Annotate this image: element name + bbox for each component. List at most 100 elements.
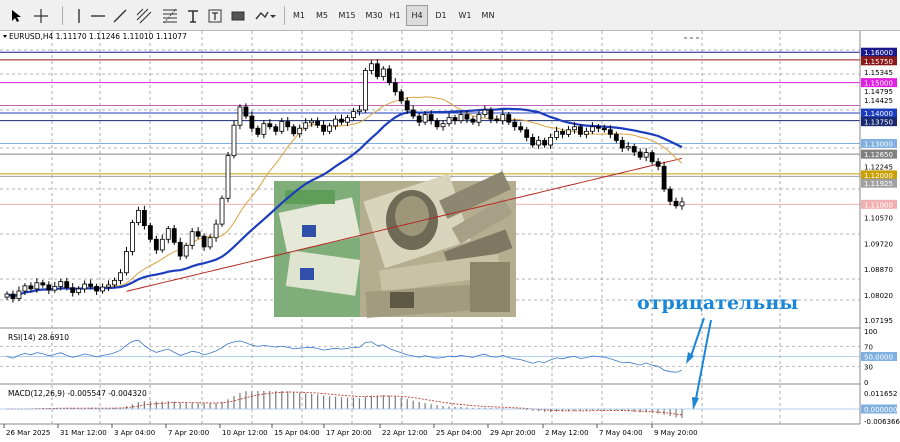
candle-body bbox=[10, 293, 16, 300]
candle-body bbox=[452, 117, 458, 122]
candle-body bbox=[446, 117, 452, 125]
time-label: 17 Apr 20:00 bbox=[326, 429, 372, 437]
macd-tick: -0.006366 bbox=[864, 418, 900, 426]
timeframe-button-8[interactable]: MN bbox=[477, 5, 499, 26]
rsi-level-label: 0 bbox=[864, 379, 868, 387]
trendline-tool-button[interactable] bbox=[110, 5, 130, 26]
candle-body bbox=[398, 91, 404, 102]
candle-body bbox=[667, 188, 673, 202]
timeframe-button-3[interactable]: M30 bbox=[361, 5, 387, 26]
candle-body bbox=[16, 290, 22, 300]
channel-icon bbox=[136, 8, 152, 23]
candle-body bbox=[637, 151, 643, 158]
candle-body bbox=[237, 106, 243, 126]
timeframe-button-5[interactable]: H4 bbox=[406, 5, 428, 26]
candle-body bbox=[500, 114, 506, 122]
candle-body bbox=[542, 140, 548, 146]
price-tick: 1.07195 bbox=[864, 317, 893, 325]
text-label-tool-button[interactable] bbox=[205, 5, 225, 26]
candle-body bbox=[4, 293, 10, 298]
price-label: 1.15000 bbox=[864, 80, 893, 88]
candle-body bbox=[327, 125, 332, 132]
candle-body bbox=[267, 123, 273, 128]
candle-body bbox=[321, 124, 326, 132]
macd-label: MACD(12,26,9) -0.005547 -0.004320 bbox=[8, 389, 147, 398]
candle-body bbox=[273, 126, 279, 132]
candle-body bbox=[94, 286, 99, 292]
candle-body bbox=[153, 238, 159, 251]
candle-body bbox=[333, 118, 338, 127]
time-label: 29 Apr 20:00 bbox=[490, 429, 536, 437]
time-label: 15 Apr 04:00 bbox=[274, 429, 320, 437]
candle-body bbox=[631, 146, 637, 153]
candle-body bbox=[578, 126, 583, 135]
candle-body bbox=[40, 282, 46, 286]
candle-body bbox=[76, 288, 82, 293]
price-label: 1.16000 bbox=[864, 49, 893, 57]
text-tool-button[interactable] bbox=[183, 5, 203, 26]
channel-tool-button[interactable] bbox=[133, 5, 155, 26]
candle-body bbox=[661, 165, 667, 190]
candle-body bbox=[572, 126, 577, 131]
horizontal-line-tool-button[interactable] bbox=[88, 5, 108, 26]
shapes-menu-button[interactable] bbox=[252, 5, 278, 26]
price-label: 1.11000 bbox=[864, 201, 893, 209]
candle-body bbox=[130, 222, 135, 252]
rsi-label: RSI(14) 28.6910 bbox=[8, 333, 69, 342]
candle-body bbox=[315, 120, 321, 126]
price-label: 1.14000 bbox=[864, 110, 893, 118]
timeframe-button-4[interactable]: H1 bbox=[386, 5, 404, 26]
timeframe-button-0[interactable]: M1 bbox=[289, 5, 309, 26]
price-label: 1.15750 bbox=[864, 58, 893, 66]
candle-body bbox=[458, 114, 464, 122]
fibonacci-tool-button[interactable] bbox=[160, 5, 180, 26]
candle-body bbox=[380, 68, 386, 77]
vertical-line-tool-button[interactable] bbox=[70, 5, 88, 26]
timeframe-button-1[interactable]: M5 bbox=[311, 5, 333, 26]
candle-body bbox=[82, 283, 88, 290]
candle-body bbox=[524, 129, 530, 138]
candle-body bbox=[195, 231, 201, 237]
candle-body bbox=[225, 155, 231, 199]
candle-body bbox=[386, 68, 392, 84]
candle-body bbox=[207, 237, 213, 248]
rsi-level-label: 50.0000 bbox=[864, 354, 893, 362]
candle-body bbox=[536, 140, 542, 146]
time-label: 31 Mar 12:00 bbox=[60, 429, 107, 437]
candle-body bbox=[643, 152, 649, 158]
price-label: 1.13750 bbox=[864, 119, 893, 127]
price-tick: 1.10570 bbox=[864, 214, 893, 222]
rectangle-tool-button[interactable] bbox=[228, 5, 248, 26]
candle-body bbox=[410, 109, 416, 117]
text-icon bbox=[188, 9, 198, 23]
horizontal-line-icon bbox=[91, 14, 105, 17]
timeframe-button-2[interactable]: M15 bbox=[334, 5, 360, 26]
timeframe-button-7[interactable]: W1 bbox=[454, 5, 476, 26]
timeframe-button-6[interactable]: D1 bbox=[431, 5, 451, 26]
price-label: 1.12650 bbox=[864, 151, 893, 159]
price-tick: 1.14425 bbox=[864, 97, 893, 105]
rsi-level-label: 30 bbox=[864, 364, 873, 372]
price-tick: 1.12245 bbox=[864, 163, 893, 171]
candle-body bbox=[584, 130, 589, 135]
candle-body bbox=[428, 114, 434, 122]
candle-body bbox=[470, 118, 476, 123]
candle-body bbox=[679, 201, 685, 207]
candle-body bbox=[309, 120, 315, 124]
candle-body bbox=[613, 133, 619, 141]
cursor-tool-button[interactable] bbox=[6, 5, 26, 26]
chart-area[interactable]: 1.160001.15750 1.15345 1.150001.147951.144… bbox=[0, 31, 900, 442]
candle-body bbox=[28, 285, 34, 290]
candle-body bbox=[476, 114, 482, 123]
candle-body bbox=[124, 251, 129, 274]
fibonacci-icon bbox=[163, 8, 177, 23]
candle-body bbox=[392, 82, 398, 93]
candle-body bbox=[183, 244, 189, 257]
candle-body bbox=[619, 140, 625, 149]
candle-body bbox=[112, 279, 117, 286]
candle-body bbox=[625, 146, 631, 149]
crosshair-tool-button[interactable] bbox=[30, 5, 52, 26]
candle-body bbox=[261, 123, 267, 135]
candle-body bbox=[464, 114, 470, 120]
toolbar: M1 M5 M15 M30 H1 H4 D1 W1 MN bbox=[0, 0, 900, 31]
